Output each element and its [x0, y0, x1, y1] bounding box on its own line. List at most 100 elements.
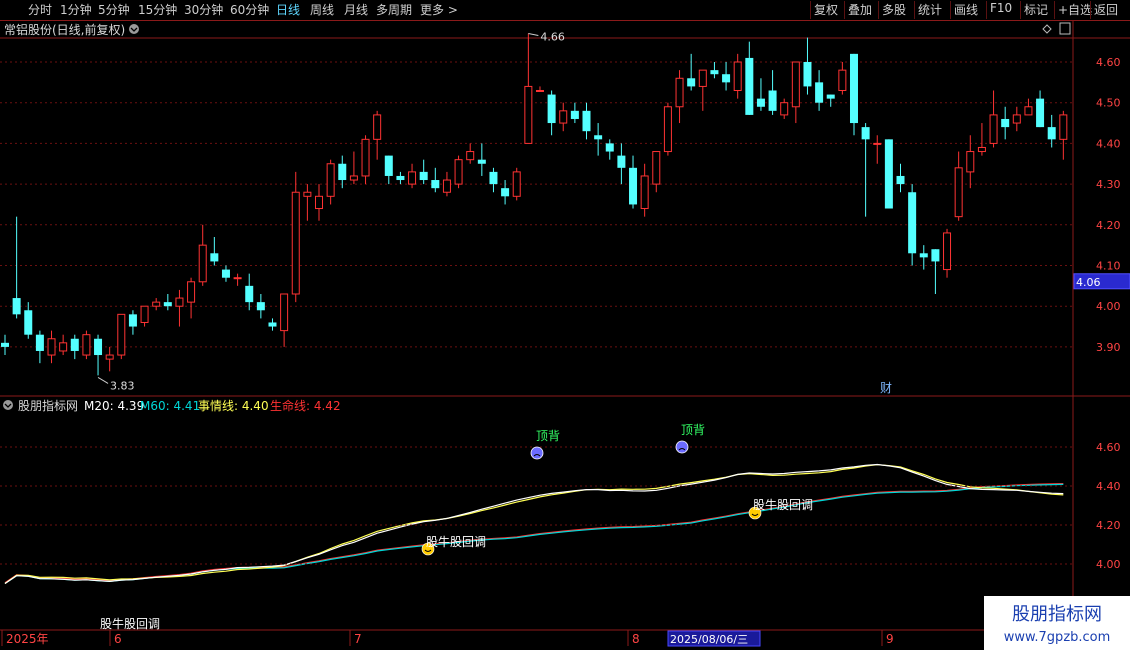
candle-body-42 [489, 171, 498, 185]
diamond-icon [1042, 24, 1052, 34]
candle-body-89 [1036, 98, 1045, 128]
candle-body-72 [838, 69, 847, 91]
candle-body-44 [512, 171, 521, 197]
candle-body-7 [82, 334, 91, 356]
candle-body-62 [722, 74, 731, 83]
candle-body-6 [70, 338, 79, 351]
candle-body-30 [349, 175, 358, 181]
candle-body-20 [233, 277, 242, 280]
candle-body-47 [547, 94, 556, 124]
indicator-tick-3: 4.00 [1096, 558, 1121, 571]
indicator-dropdown-icon [3, 400, 13, 410]
candle-body-28 [326, 163, 335, 197]
candle-body-65 [756, 98, 765, 107]
candle-body-40 [466, 151, 475, 161]
candle-body-27 [315, 195, 324, 210]
kline-chart[interactable]: 4.60 4.50 4.40 4.30 4.20 4.10 4.00 3.90 4.06 常铝股份… [0, 0, 1130, 650]
sad-face-icon [530, 446, 544, 460]
candle-body-4 [47, 338, 56, 356]
candle-body-9 [105, 354, 114, 360]
candle-body-22 [256, 302, 265, 311]
candle-body-84 [977, 146, 986, 153]
candle-body-56 [652, 151, 661, 185]
candle-body-64 [745, 57, 754, 115]
candle-body-48 [559, 110, 568, 124]
candle-body-77 [896, 175, 905, 185]
candle-body-67 [780, 102, 789, 116]
candle-body-39 [454, 159, 463, 185]
candle-body-34 [396, 175, 405, 181]
price-tick-2: 4.40 [1096, 137, 1121, 150]
candle-body-45 [524, 85, 533, 144]
candle-body-1 [12, 298, 21, 315]
signal-label-1: 顶背 [681, 423, 705, 437]
candle-body-24 [280, 293, 289, 332]
signal-label-0: 顶背 [536, 429, 560, 443]
candle-body-14 [163, 302, 172, 307]
candle-body-60 [698, 69, 707, 87]
signal-label-4: 股牛股回调 [100, 616, 160, 631]
candle-body-17 [198, 244, 207, 283]
indicator-legend-2: 事情线: 4.40 [198, 399, 269, 413]
price-tick-4: 4.20 [1096, 219, 1121, 232]
cursor-date: 2025/08/06/三 [670, 633, 748, 646]
date-label-0: 2025年 [6, 632, 49, 646]
chart-title: 常铝股份(日线,前复权) [4, 22, 125, 37]
candle-body-37 [431, 180, 440, 189]
candle-body-43 [501, 188, 510, 197]
candle-body-76 [884, 139, 893, 209]
candle-body-81 [943, 232, 952, 271]
indicator-name: 股朋指标网 [18, 398, 78, 413]
candle-body-85 [989, 114, 998, 144]
watermark-url: www.7gpzb.com [1004, 630, 1111, 645]
candle-body-73 [849, 53, 858, 124]
indicator-legend-0: M20: 4.39 [84, 399, 144, 413]
low-pointer [97, 376, 109, 384]
indicator-tick-1: 4.40 [1096, 480, 1121, 493]
date-label-1: 6 [114, 632, 122, 646]
candle-body-61 [710, 70, 719, 75]
candle-body-90 [1047, 127, 1056, 140]
candle-body-16 [187, 281, 196, 303]
candle-body-54 [629, 167, 638, 205]
date-label-2: 7 [354, 632, 362, 646]
date-label-3: 8 [632, 632, 640, 646]
candle-body-74 [861, 127, 870, 140]
candle-body-19 [221, 269, 230, 278]
candle-body-69 [803, 62, 812, 87]
candle-body-21 [245, 285, 254, 303]
financial-report-marker: 财 [880, 381, 892, 395]
line-m20 [4, 463, 1064, 584]
price-tick-7: 3.90 [1096, 341, 1121, 354]
candle-body-55 [640, 175, 649, 210]
price-tick-1: 4.50 [1096, 97, 1121, 110]
price-tick-0: 4.60 [1096, 56, 1121, 69]
candle-body-25 [291, 191, 300, 295]
candle-body-29 [338, 163, 347, 181]
sad-face-icon [675, 440, 689, 454]
signal-label-2: 股牛股回调 [426, 534, 486, 549]
candle-body-5 [59, 342, 68, 352]
current-price-label: 4.06 [1076, 276, 1101, 289]
candle-body-35 [408, 171, 417, 185]
candle-body-11 [128, 314, 137, 327]
candle-body-38 [442, 179, 451, 193]
candle-body-26 [303, 191, 312, 197]
candle-body-86 [1001, 118, 1010, 128]
candle-body-46 [535, 89, 544, 92]
candle-body-15 [175, 297, 184, 307]
candle-body-10 [117, 313, 126, 356]
candle-body-0 [1, 342, 9, 347]
candle-body-78 [908, 192, 917, 254]
candle-body-70 [815, 82, 824, 103]
window-icon [1059, 22, 1071, 35]
candle-body-23 [268, 322, 277, 327]
candle-body-63 [733, 61, 742, 91]
candle-body-3 [35, 334, 44, 351]
candle-body-71 [826, 94, 835, 99]
candle-body-13 [152, 301, 161, 307]
watermark-title: 股朋指标网 [1012, 604, 1102, 625]
candle-body-12 [140, 305, 149, 323]
candle-body-82 [954, 167, 963, 218]
candle-body-50 [582, 110, 591, 132]
